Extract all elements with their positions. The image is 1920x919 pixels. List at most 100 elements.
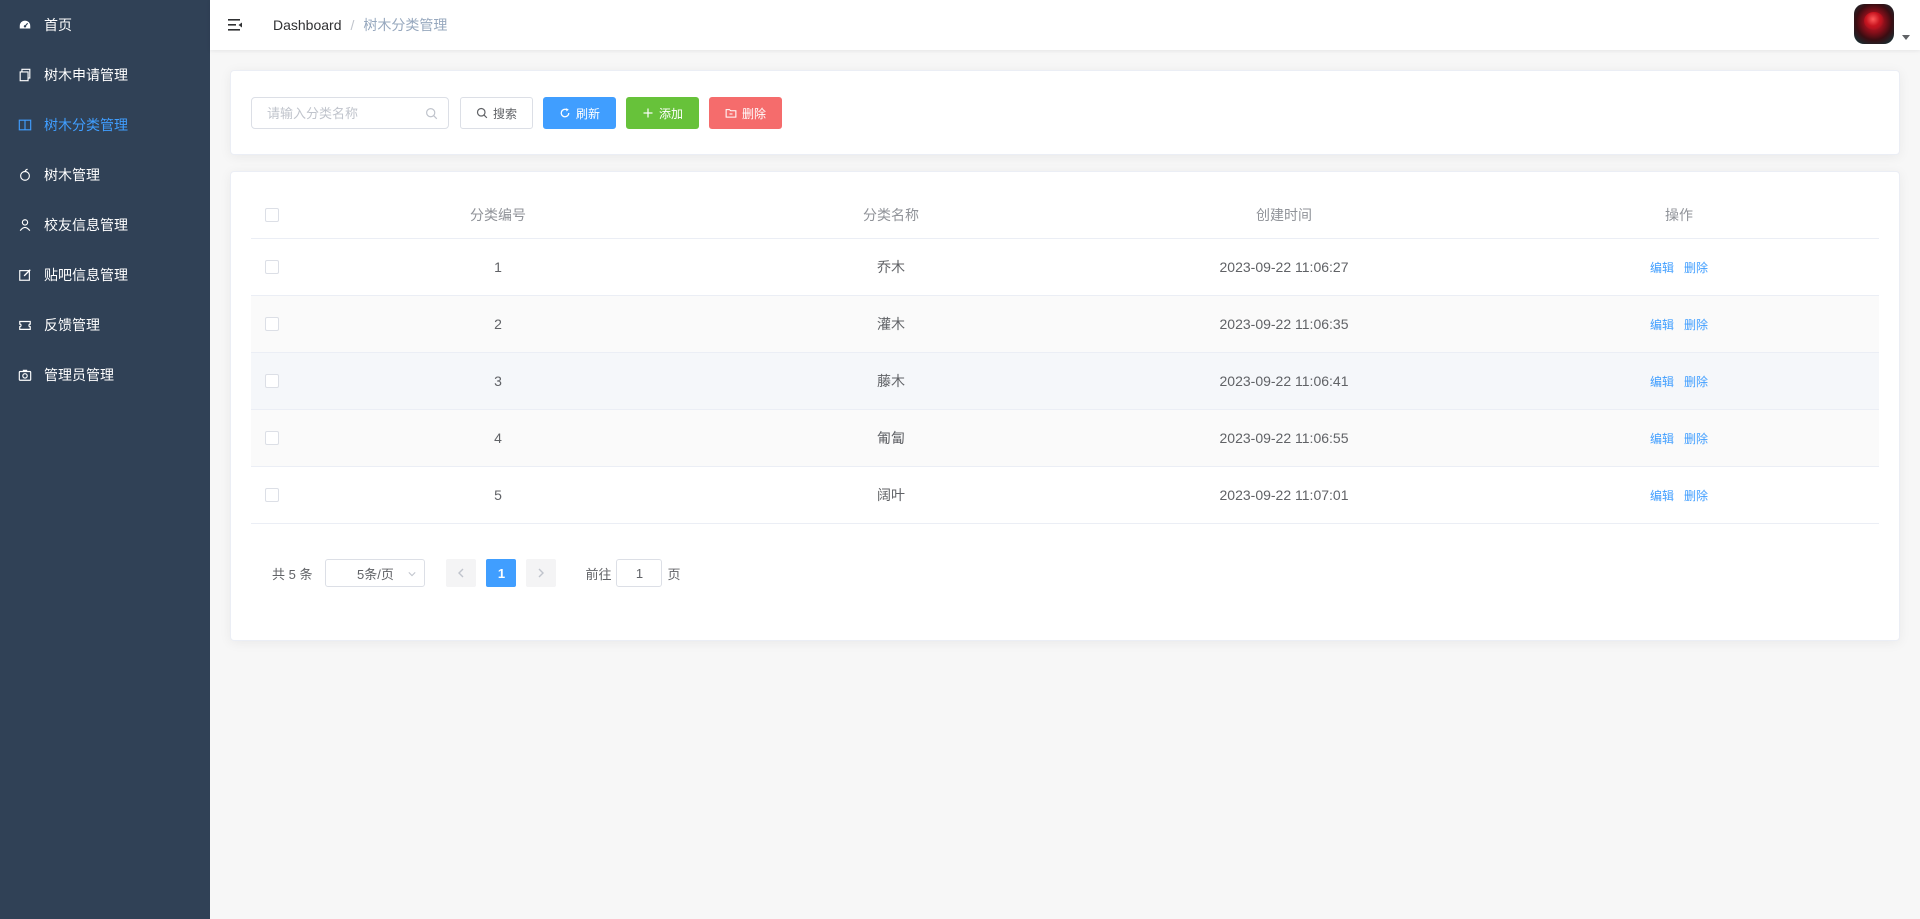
user-icon xyxy=(18,218,32,232)
column-header-id: 分类编号 xyxy=(470,206,526,223)
edit-link[interactable]: 编辑 xyxy=(1650,430,1674,447)
category-table: 分类编号 分类名称 创建时间 操作 1 乔木 2023-09-22 11:06:… xyxy=(251,191,1879,524)
filter-panel: 搜索 刷新 添加 删除 xyxy=(230,70,1900,155)
caret-down-icon xyxy=(1902,35,1910,40)
user-dropdown[interactable] xyxy=(1854,4,1910,44)
breadcrumb: Dashboard / 树木分类管理 xyxy=(273,15,447,35)
page-size-value: 5条/页 xyxy=(357,566,394,582)
cell-name: 阔叶 xyxy=(877,487,905,503)
breadcrumb-current: 树木分类管理 xyxy=(363,17,448,33)
cell-created: 2023-09-22 11:06:35 xyxy=(1219,316,1349,332)
sidebar-item-home[interactable]: 首页 xyxy=(0,0,210,50)
add-button-label: 添加 xyxy=(659,106,684,121)
cell-id: 5 xyxy=(494,487,502,503)
delete-link[interactable]: 删除 xyxy=(1684,430,1708,447)
select-all-checkbox[interactable] xyxy=(265,207,279,222)
table-row: 2 灌木 2023-09-22 11:06:35 编辑 删除 xyxy=(251,296,1879,353)
row-checkbox[interactable] xyxy=(265,374,279,388)
cell-created: 2023-09-22 11:06:27 xyxy=(1219,259,1349,275)
row-checkbox[interactable] xyxy=(265,260,279,274)
goto-label: 前往 xyxy=(585,566,612,582)
breadcrumb-separator: / xyxy=(350,17,355,33)
refresh-icon xyxy=(560,108,570,118)
delete-link[interactable]: 删除 xyxy=(1684,259,1708,276)
delete-link[interactable]: 删除 xyxy=(1684,316,1708,333)
avatar[interactable] xyxy=(1854,4,1894,44)
sidebar-item-tree-application[interactable]: 树木申请管理 xyxy=(0,50,210,100)
chevron-right-icon xyxy=(538,568,545,578)
cell-id: 1 xyxy=(494,259,502,275)
table-row: 4 匍匐 2023-09-22 11:06:55 编辑 删除 xyxy=(251,410,1879,467)
table-panel: 分类编号 分类名称 创建时间 操作 1 乔木 2023-09-22 11:06:… xyxy=(230,171,1900,641)
hamburger-menu-icon[interactable] xyxy=(227,17,243,33)
add-button[interactable]: 添加 xyxy=(626,97,699,129)
cell-created: 2023-09-22 11:06:41 xyxy=(1219,373,1349,389)
delete-link[interactable]: 删除 xyxy=(1684,487,1708,504)
page-number-button[interactable]: 1 xyxy=(486,559,517,587)
notebook-icon xyxy=(18,118,32,132)
breadcrumb-dashboard-link[interactable]: Dashboard xyxy=(273,17,342,33)
next-page-button[interactable] xyxy=(526,559,557,587)
cell-created: 2023-09-22 11:07:01 xyxy=(1219,487,1349,503)
apple-icon xyxy=(18,168,32,182)
goto-page-input[interactable] xyxy=(616,559,663,587)
camera-icon xyxy=(18,368,32,382)
edit-link[interactable]: 编辑 xyxy=(1650,487,1674,504)
sidebar-item-alumni[interactable]: 校友信息管理 xyxy=(0,200,210,250)
top-navbar: Dashboard / 树木分类管理 xyxy=(210,0,1920,50)
sidebar-item-label: 反馈管理 xyxy=(44,317,100,333)
row-checkbox[interactable] xyxy=(265,488,279,502)
page-unit-label: 页 xyxy=(667,566,681,582)
delete-link[interactable]: 删除 xyxy=(1684,373,1708,390)
sidebar-item-tree-category[interactable]: 树木分类管理 xyxy=(0,100,210,150)
cell-name: 乔木 xyxy=(877,259,905,275)
column-header-created: 创建时间 xyxy=(1256,206,1312,223)
sidebar-item-feedback[interactable]: 反馈管理 xyxy=(0,300,210,350)
delete-button-label: 删除 xyxy=(742,106,767,121)
column-header-name: 分类名称 xyxy=(863,206,919,223)
sidebar-item-admin[interactable]: 管理员管理 xyxy=(0,350,210,400)
sidebar: 首页 树木申请管理 树木分类管理 树木管理 校友信息管理 贴吧信息管理 反馈管理… xyxy=(0,0,210,919)
page-jumper: 前往 页 xyxy=(585,559,681,587)
table-header-row: 分类编号 分类名称 创建时间 操作 xyxy=(251,191,1879,239)
row-checkbox[interactable] xyxy=(265,431,279,445)
chevron-left-icon xyxy=(458,568,464,578)
cell-name: 匍匐 xyxy=(877,430,905,446)
cell-id: 3 xyxy=(494,373,502,389)
edit-icon xyxy=(18,268,32,282)
toolbar: 搜索 刷新 添加 删除 xyxy=(251,97,782,129)
search-input[interactable] xyxy=(252,98,448,128)
sidebar-item-label: 贴吧信息管理 xyxy=(44,267,128,283)
cell-id: 4 xyxy=(494,430,502,446)
sidebar-item-tree[interactable]: 树木管理 xyxy=(0,150,210,200)
ticket-icon xyxy=(18,318,32,332)
table-row: 1 乔木 2023-09-22 11:06:27 编辑 删除 xyxy=(251,239,1879,296)
edit-link[interactable]: 编辑 xyxy=(1650,316,1674,333)
chevron-down-icon xyxy=(408,572,417,577)
edit-link[interactable]: 编辑 xyxy=(1650,373,1674,390)
dashboard-icon xyxy=(18,18,32,32)
refresh-button[interactable]: 刷新 xyxy=(543,97,616,129)
sidebar-item-label: 树木申请管理 xyxy=(44,67,128,83)
search-field xyxy=(251,97,449,129)
row-checkbox[interactable] xyxy=(265,317,279,331)
search-button[interactable]: 搜索 xyxy=(460,97,533,129)
table-row: 5 阔叶 2023-09-22 11:07:01 编辑 删除 xyxy=(251,467,1879,524)
copy-document-icon xyxy=(18,68,32,82)
pagination-total: 共 5 条 xyxy=(272,566,313,582)
cell-id: 2 xyxy=(494,316,502,332)
batch-delete-button[interactable]: 删除 xyxy=(709,97,782,129)
column-header-actions: 操作 xyxy=(1665,206,1693,223)
plus-icon xyxy=(643,108,653,118)
pagination: 共 5 条 5条/页 1 前往 页 xyxy=(272,559,681,587)
table-row: 3 藤木 2023-09-22 11:06:41 编辑 删除 xyxy=(251,353,1879,410)
edit-link[interactable]: 编辑 xyxy=(1650,259,1674,276)
search-icon xyxy=(476,107,488,119)
sidebar-item-forum[interactable]: 贴吧信息管理 xyxy=(0,250,210,300)
page-size-select[interactable]: 5条/页 xyxy=(325,559,426,587)
sidebar-item-label: 管理员管理 xyxy=(44,367,114,383)
refresh-button-label: 刷新 xyxy=(576,106,601,121)
sidebar-item-label: 树木分类管理 xyxy=(44,117,128,133)
folder-delete-icon xyxy=(725,109,737,118)
prev-page-button[interactable] xyxy=(446,559,477,587)
